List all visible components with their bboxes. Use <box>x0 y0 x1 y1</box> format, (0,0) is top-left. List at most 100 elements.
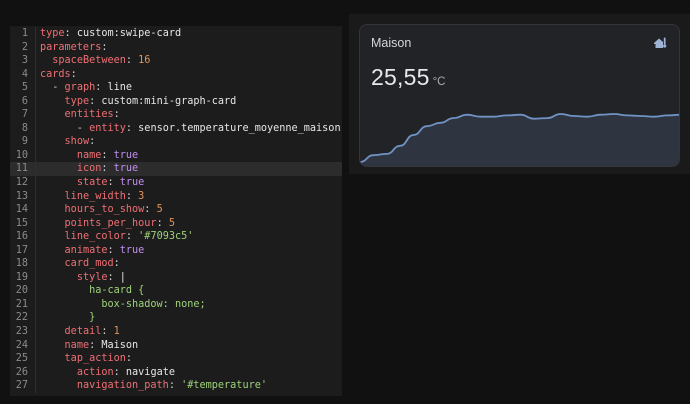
gutter-separator <box>35 325 36 339</box>
line-number: 13 <box>15 190 28 202</box>
gutter-separator <box>35 54 36 68</box>
yaml-value: 5 <box>168 217 175 229</box>
code-line[interactable]: 22 } <box>10 311 342 326</box>
yaml-value: true <box>113 163 139 175</box>
yaml-key: type <box>64 95 90 107</box>
code-text: - graph: line <box>40 82 133 94</box>
yaml-key: cards <box>40 68 71 80</box>
line-number: 1 <box>21 28 28 39</box>
line-number: 6 <box>21 95 28 107</box>
code-line[interactable]: 10 name: true <box>10 148 342 163</box>
code-line[interactable]: 18 card_mod: <box>10 257 342 271</box>
gutter-separator <box>35 176 36 190</box>
code-text: entities: <box>40 108 120 122</box>
line-number: 2 <box>21 41 28 53</box>
gutter-separator <box>35 135 36 149</box>
code-line[interactable]: 17 animate: true <box>10 243 342 258</box>
line-number: 7 <box>21 109 28 121</box>
yaml-key: name <box>76 149 102 161</box>
code-line[interactable]: 15 points_per_hour: 5 <box>10 216 342 231</box>
yaml-value: true <box>119 177 145 189</box>
gutter-separator <box>35 352 36 366</box>
code-line[interactable]: 3 spaceBetween: 16 <box>10 54 342 68</box>
code-line[interactable]: 20 ha-card { <box>10 284 342 298</box>
yaml-value: '#7093c5' <box>138 231 194 243</box>
code-line[interactable]: 4 cards: <box>10 67 342 82</box>
line-number: 14 <box>15 204 28 216</box>
state-value: 25,55 <box>371 64 430 90</box>
gutter-separator <box>35 148 36 163</box>
code-text: state: true <box>40 176 145 190</box>
yaml-key: entity <box>89 122 126 134</box>
line-number: 26 <box>15 366 28 378</box>
gutter-separator <box>35 311 36 326</box>
code-line[interactable]: 1 type: custom:swipe-card <box>10 27 342 41</box>
line-number: 12 <box>15 177 28 189</box>
code-text: parameters: <box>40 41 108 53</box>
yaml-key: line_color <box>64 231 126 243</box>
code-text: tap_action: <box>40 352 132 366</box>
line-number: 10 <box>15 149 28 161</box>
yaml-value: } <box>89 312 96 324</box>
code-line[interactable]: 7 entities: <box>10 108 342 122</box>
code-line[interactable]: 13 line_width: 3 <box>10 189 342 204</box>
line-number: 8 <box>21 122 28 134</box>
code-text: card_mod: <box>40 257 120 271</box>
yaml-value: navigate <box>125 366 175 378</box>
yaml-code-editor[interactable]: 1 type: custom:swipe-card 2 parameters: 3 sp… <box>10 26 342 396</box>
code-text: hours_to_show: 5 <box>40 203 163 217</box>
code-line[interactable]: 21 box-shadow: none; <box>10 297 342 312</box>
yaml-key: state <box>76 177 108 189</box>
line-number: 23 <box>15 326 28 338</box>
state-readout: 25,55 °C <box>371 64 445 91</box>
gutter-separator <box>35 284 36 298</box>
code-line[interactable]: 19 style: | <box>10 270 342 285</box>
code-line[interactable]: 6 type: custom:mini-graph-card <box>10 94 342 109</box>
card-name: Maison <box>371 36 412 50</box>
code-text: name: Maison <box>40 339 139 353</box>
yaml-key: points_per_hour <box>64 217 157 229</box>
code-line[interactable]: 23 detail: 1 <box>10 325 342 339</box>
code-line[interactable]: 9 show: <box>10 135 342 149</box>
mini-graph-card[interactable]: Maison 25,55 °C <box>359 24 680 167</box>
code-text: cards: <box>40 68 77 80</box>
code-text: name: true <box>40 149 138 163</box>
line-number: 21 <box>15 298 28 310</box>
code-line[interactable]: 12 state: true <box>10 176 342 190</box>
code-text: spaceBetween: 16 <box>40 54 150 68</box>
code-line[interactable]: 11 icon: true <box>10 162 342 177</box>
yaml-value: custom:swipe-card <box>76 28 182 39</box>
yaml-key: animate <box>64 244 108 256</box>
code-line[interactable]: 27 navigation_path: '#temperature' <box>10 379 342 393</box>
code-line[interactable]: 5 - graph: line <box>10 81 342 95</box>
yaml-value: | <box>119 271 126 283</box>
yaml-key: parameters <box>40 41 102 53</box>
code-line[interactable]: 14 hours_to_show: 5 <box>10 203 342 217</box>
yaml-value: line <box>107 82 133 94</box>
yaml-key: card_mod <box>64 258 114 270</box>
gutter-separator <box>35 40 36 55</box>
yaml-value: Maison <box>101 339 139 351</box>
code-indent: - <box>40 122 90 134</box>
code-line[interactable]: 8 - entity: sensor.temperature_moyenne_m… <box>10 121 342 136</box>
yaml-key: name <box>64 339 90 351</box>
code-line[interactable]: 24 name: Maison <box>10 338 342 353</box>
code-line[interactable]: 25 tap_action: <box>10 352 342 366</box>
gutter-separator <box>35 81 36 95</box>
code-line[interactable]: 26 action: navigate <box>10 365 342 380</box>
line-number: 20 <box>15 285 28 297</box>
yaml-key: show <box>64 136 90 148</box>
gutter-separator <box>35 338 36 353</box>
yaml-key: spaceBetween <box>52 55 126 67</box>
code-line[interactable]: 2 parameters: <box>10 40 342 55</box>
code-line[interactable]: 16 line_color: '#7093c5' <box>10 230 342 244</box>
code-text: - entity: sensor.temperature_moyenne_mai… <box>40 122 341 134</box>
